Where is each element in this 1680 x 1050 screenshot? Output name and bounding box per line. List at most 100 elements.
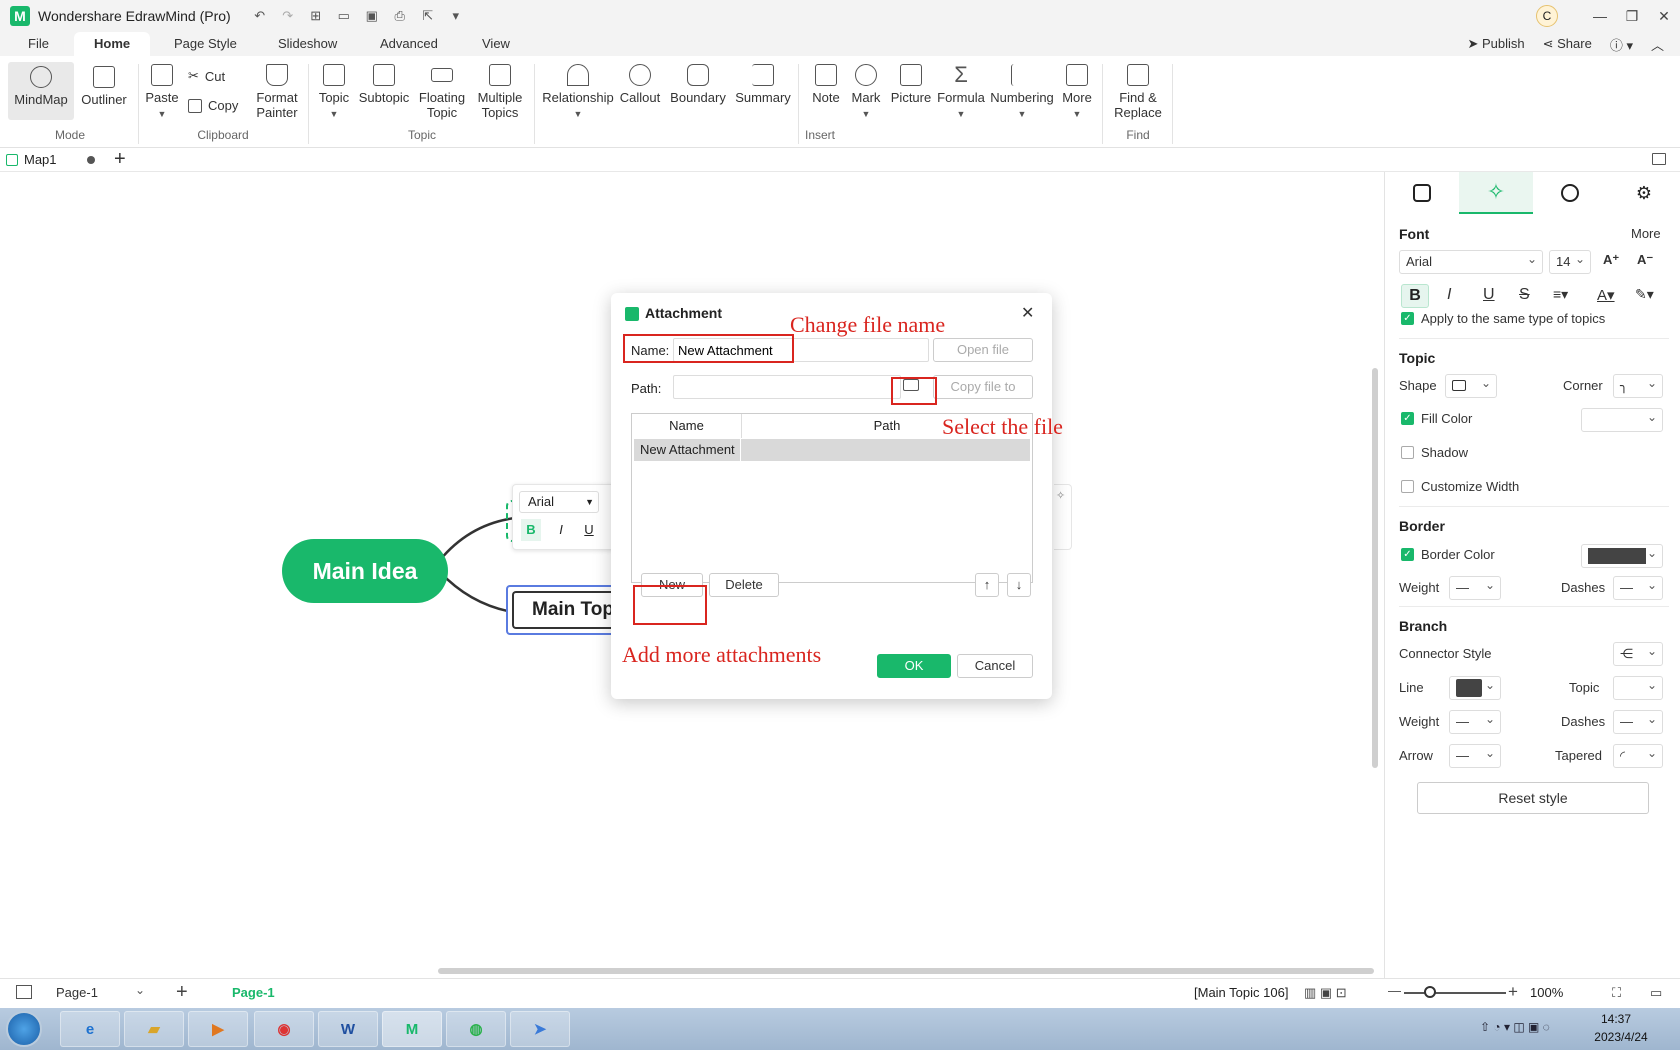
more-insert-button[interactable]: More ▼ [1058, 64, 1096, 122]
mini-italic-button[interactable]: I [553, 519, 569, 541]
tray-icons[interactable]: ⇧ ◔ ▾ ◫ ▣ ◌ [1480, 1020, 1550, 1034]
mark-button[interactable]: Mark ▼ [848, 64, 884, 122]
fill-color-select[interactable] [1581, 406, 1663, 432]
font-family-select[interactable]: Arial [1399, 248, 1543, 274]
formula-button[interactable]: Σ Formula ▼ [936, 64, 986, 122]
main-topic-node[interactable]: Main Top [512, 591, 614, 629]
relationship-dropdown-icon[interactable]: ▼ [540, 107, 616, 122]
cut-button[interactable]: ✂ Cut [188, 68, 225, 84]
border-dashes-select[interactable]: — [1613, 574, 1663, 600]
taskbar-chrome-icon[interactable]: ◉ [254, 1011, 314, 1047]
tab-page-style[interactable]: Page Style [160, 32, 251, 56]
minimize-icon[interactable]: — [1584, 8, 1616, 24]
tray-date[interactable]: 2023/4/24 [1586, 1030, 1656, 1044]
save-icon[interactable]: ▣ [363, 8, 381, 24]
print-icon[interactable]: ⎙ [391, 8, 409, 24]
move-up-icon[interactable]: ↑ [975, 573, 999, 597]
path-input[interactable] [673, 375, 901, 399]
panel-toggle-icon[interactable] [1652, 153, 1666, 165]
border-weight-select[interactable]: — [1449, 574, 1501, 600]
main-idea-node[interactable]: Main Idea [282, 539, 448, 603]
page-list-icon[interactable] [16, 985, 32, 999]
zoom-in-icon[interactable]: + [1508, 982, 1518, 1002]
tab-slideshow[interactable]: Slideshow [264, 32, 351, 56]
align-icon[interactable]: ≡▾ [1553, 286, 1568, 303]
more-icon[interactable]: ▾ [447, 8, 465, 24]
taskbar-explorer-icon[interactable]: ▰ [124, 1011, 184, 1047]
taskbar-wechat-icon[interactable]: ◍ [446, 1011, 506, 1047]
connector-style-select[interactable]: ⋲ [1613, 640, 1663, 666]
multiple-topics-button[interactable]: Multiple Topics [472, 64, 528, 120]
underline-button[interactable]: U [1483, 286, 1495, 304]
export-icon[interactable]: ⇱ [419, 8, 437, 24]
more-insert-dropdown-icon[interactable]: ▼ [1058, 107, 1096, 122]
branch-topic-select[interactable] [1613, 674, 1663, 700]
help-icon[interactable]: ⓘ ▾ [1610, 35, 1633, 54]
taskbar-ie-icon[interactable]: e [60, 1011, 120, 1047]
note-button[interactable]: Note [808, 64, 844, 105]
taskbar-word-icon[interactable]: W [318, 1011, 378, 1047]
outliner-button[interactable]: Outliner [78, 66, 130, 107]
zoom-out-icon[interactable]: — [1388, 983, 1401, 998]
italic-button[interactable]: I [1447, 286, 1451, 304]
floating-topic-button[interactable]: Floating Topic [416, 64, 468, 120]
bold-button[interactable]: B [1401, 284, 1429, 308]
close-icon[interactable]: ✕ [1021, 303, 1034, 323]
format-painter-button[interactable]: Format Painter [252, 64, 302, 120]
border-color-checkbox[interactable]: ✓ [1401, 548, 1414, 561]
doc-tab-map1[interactable]: Map1 [6, 152, 95, 167]
taskbar-edrawmind-icon[interactable]: M [382, 1011, 442, 1047]
page-tab[interactable]: Page-1 [232, 985, 275, 1000]
arrow-select[interactable]: — [1449, 742, 1501, 768]
customize-width-checkbox[interactable] [1401, 480, 1414, 493]
open-file-button[interactable]: Open file [933, 338, 1033, 362]
decrease-font-icon[interactable]: A⁻ [1637, 252, 1653, 268]
mark-dropdown-icon[interactable]: ▼ [848, 107, 884, 122]
start-button-icon[interactable] [6, 1011, 42, 1047]
tab-file[interactable]: File [14, 32, 63, 56]
delete-button[interactable]: Delete [709, 573, 779, 597]
open-icon[interactable]: ▭ [335, 8, 353, 24]
zoom-slider-handle[interactable] [1424, 986, 1436, 998]
tab-ai[interactable]: ✧ [1459, 172, 1533, 214]
reset-style-button[interactable]: Reset style [1417, 782, 1649, 814]
boundary-button[interactable]: Boundary [668, 64, 728, 105]
numbering-dropdown-icon[interactable]: ▼ [988, 107, 1056, 122]
shadow-checkbox[interactable] [1401, 446, 1414, 459]
font-size-select[interactable]: 14 [1549, 248, 1591, 274]
tab-style[interactable] [1385, 172, 1459, 214]
mini-font-select[interactable]: Arial ▼ [519, 491, 599, 513]
summary-button[interactable]: Summary [734, 64, 792, 105]
collapse-ribbon-icon[interactable]: ︿ [1651, 35, 1664, 54]
find-replace-button[interactable]: Find & Replace [1108, 64, 1168, 120]
tab-icons[interactable] [1533, 172, 1607, 214]
shape-select[interactable] [1445, 372, 1497, 398]
formula-dropdown-icon[interactable]: ▼ [936, 107, 986, 122]
taskbar-feishu-icon[interactable]: ➤ [510, 1011, 570, 1047]
tray-time[interactable]: 14:37 [1586, 1012, 1646, 1026]
tab-view[interactable]: View [468, 32, 524, 56]
restore-icon[interactable]: ❐ [1616, 8, 1648, 25]
numbering-button[interactable]: Numbering ▼ [988, 64, 1056, 122]
taskbar-media-icon[interactable]: ▶ [188, 1011, 248, 1047]
copy-file-to-button[interactable]: Copy file to [933, 375, 1033, 399]
paste-button[interactable]: Paste ▼ [144, 64, 180, 122]
highlight-icon[interactable]: ✎▾ [1635, 286, 1654, 303]
mini-underline-button[interactable]: U [581, 519, 597, 541]
publish-button[interactable]: ➤ Publish [1467, 36, 1524, 52]
undo-icon[interactable]: ↶ [251, 8, 269, 24]
line-color-select[interactable] [1449, 674, 1501, 700]
redo-icon[interactable]: ↷ [279, 8, 297, 24]
font-more-link[interactable]: More [1631, 226, 1661, 241]
fullscreen-icon[interactable]: ⛶ [1612, 985, 1621, 1001]
mindmap-button[interactable]: MindMap [8, 62, 74, 120]
cancel-button[interactable]: Cancel [957, 654, 1033, 678]
callout-button[interactable]: Callout [618, 64, 662, 105]
paste-dropdown-icon[interactable]: ▼ [144, 107, 180, 122]
view-icons[interactable]: ▥ ▣ ⊡ [1304, 985, 1347, 1001]
add-page-icon[interactable]: + [176, 981, 188, 1004]
table-row[interactable]: New Attachment [634, 439, 1030, 461]
font-color-icon[interactable]: A▾ [1597, 286, 1615, 304]
mini-bold-button[interactable]: B [521, 519, 541, 541]
branch-weight-select[interactable]: — [1449, 708, 1501, 734]
